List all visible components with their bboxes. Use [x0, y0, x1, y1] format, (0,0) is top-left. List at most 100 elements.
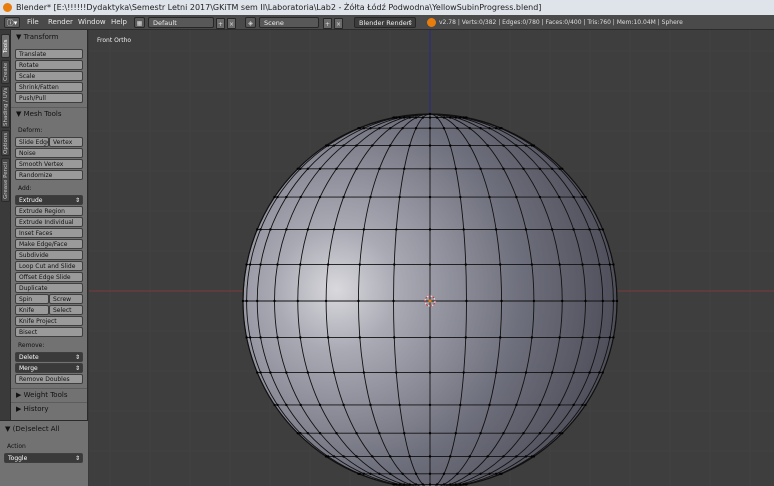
mesh-vertex — [342, 144, 345, 147]
menu-file[interactable]: File — [27, 17, 39, 28]
knife-project-button[interactable]: Knife Project — [15, 316, 83, 326]
rotate-button[interactable]: Rotate — [15, 60, 83, 70]
mesh-vertex — [442, 483, 446, 486]
mesh-vertex — [332, 371, 336, 374]
mesh-vertex — [515, 144, 518, 147]
mesh-vertex — [299, 195, 302, 199]
mesh-vertex — [357, 127, 360, 130]
mesh-vertex — [572, 195, 575, 199]
mesh-vertex — [428, 371, 432, 374]
remove-scene-icon[interactable]: × — [334, 18, 343, 29]
render-engine-dropdown[interactable]: Blender Render ⇕ — [354, 17, 416, 28]
mesh-vertex — [558, 263, 561, 266]
action-dropdown[interactable]: Toggle ⇕ — [4, 453, 83, 463]
tool-shelf: ▼ Transform Translate Rotate Scale Shrin… — [11, 30, 88, 486]
tab-create[interactable]: Create — [1, 60, 10, 84]
tab-tools[interactable]: Tools — [1, 34, 10, 58]
mesh-vertex — [459, 403, 462, 407]
mesh-vertex — [414, 472, 418, 475]
mesh-vertex — [598, 336, 601, 339]
uv-sphere-mesh[interactable] — [241, 112, 619, 486]
translate-button[interactable]: Translate — [15, 49, 83, 59]
mesh-vertex — [538, 403, 542, 407]
scene-field[interactable]: Scene — [259, 17, 319, 28]
tab-grease-pencil[interactable]: Grease Pencil — [1, 158, 10, 202]
3d-viewport[interactable]: Front Ortho — [89, 30, 774, 486]
viewport-canvas[interactable] — [89, 30, 774, 486]
extrude-dropdown[interactable]: Extrude ⇕ — [15, 195, 83, 205]
mesh-vertex — [581, 263, 584, 266]
mesh-vertex — [486, 455, 489, 458]
mesh-vertex — [378, 432, 381, 435]
delete-dropdown[interactable]: Delete ⇕ — [15, 352, 83, 362]
add-layout-icon[interactable]: + — [216, 18, 225, 29]
randomize-button[interactable]: Randomize — [15, 170, 83, 180]
remove-layout-icon[interactable]: × — [227, 18, 236, 29]
menu-render[interactable]: Render — [48, 17, 73, 28]
mesh-vertex — [584, 195, 587, 199]
scene-icon[interactable]: ◈ — [245, 17, 256, 28]
mesh-vertex — [494, 472, 498, 475]
tool-shelf-tabs: Tools Create Shading / UVs Options Greas… — [0, 30, 11, 486]
mesh-vertex — [371, 144, 374, 147]
mesh-vertex — [468, 472, 471, 475]
mesh-vertex — [357, 472, 360, 475]
mesh-vertex — [530, 263, 534, 266]
mesh-vertex — [488, 472, 491, 475]
mesh-vertex — [502, 167, 505, 170]
subdivide-button[interactable]: Subdivide — [15, 250, 83, 260]
noise-button[interactable]: Noise — [15, 148, 83, 158]
blender-logo-icon — [3, 3, 12, 12]
knife-button[interactable]: Knife — [15, 305, 49, 315]
menu-help[interactable]: Help — [111, 17, 127, 28]
scale-button[interactable]: Scale — [15, 71, 83, 81]
make-edge-face-button[interactable]: Make Edge/Face — [15, 239, 83, 249]
operator-panel-header[interactable]: ▼ (De)select All — [0, 423, 88, 435]
mesh-vertex — [494, 228, 498, 231]
info-icon[interactable]: ⓘ▾ — [4, 17, 20, 28]
mesh-vertex — [414, 127, 418, 130]
action-value: Toggle — [8, 455, 28, 462]
spin-button[interactable]: Spin — [15, 294, 49, 304]
mesh-vertex — [395, 228, 398, 231]
vertex-slide-button[interactable]: Vertex — [49, 137, 83, 147]
extrude-individual-button[interactable]: Extrude Individual — [15, 217, 83, 227]
mesh-vertex — [550, 432, 554, 435]
screw-button[interactable]: Screw — [49, 294, 83, 304]
extrude-region-button[interactable]: Extrude Region — [15, 206, 83, 216]
window-title-bar: Blender* [E:\!!!!!!Dydaktyka\Semestr Let… — [0, 0, 774, 15]
layout-grid-icon[interactable]: ▦ — [134, 17, 145, 28]
transform-panel-header[interactable]: ▼ Transform — [11, 31, 87, 43]
merge-dropdown[interactable]: Merge ⇕ — [15, 363, 83, 373]
bisect-button[interactable]: Bisect — [15, 327, 83, 337]
remove-doubles-button[interactable]: Remove Doubles — [15, 374, 83, 384]
mesh-vertex — [524, 144, 528, 147]
inset-faces-button[interactable]: Inset Faces — [15, 228, 83, 238]
mesh-vertex — [389, 127, 392, 130]
weight-tools-panel-header[interactable]: ▶ Weight Tools — [11, 389, 87, 401]
add-scene-icon[interactable]: + — [323, 18, 332, 29]
menu-window[interactable]: Window — [78, 17, 106, 28]
duplicate-button[interactable]: Duplicate — [15, 283, 83, 293]
knife-select-button[interactable]: Select — [49, 305, 83, 315]
tab-options[interactable]: Options — [1, 130, 10, 156]
mesh-vertex — [428, 263, 432, 266]
mesh-vertex — [408, 116, 411, 119]
slide-edge-button[interactable]: Slide Edge — [15, 137, 49, 147]
mesh-vertex — [500, 299, 503, 303]
mesh-vertex — [479, 432, 482, 435]
mesh-vertex — [369, 403, 372, 407]
push-pull-button[interactable]: Push/Pull — [15, 93, 83, 103]
mesh-vertex — [245, 299, 248, 303]
tab-shading-uvs[interactable]: Shading / UVs — [1, 86, 10, 128]
offset-edge-slide-button[interactable]: Offset Edge Slide — [15, 272, 83, 282]
layout-field[interactable]: Default — [148, 17, 214, 28]
history-panel-header[interactable]: ▶ History — [11, 403, 87, 415]
mesh-tools-panel-header[interactable]: ▼ Mesh Tools — [11, 108, 87, 120]
loop-cut-slide-button[interactable]: Loop Cut and Slide — [15, 261, 83, 271]
mesh-vertex — [428, 483, 432, 486]
mesh-vertex — [486, 144, 489, 147]
shrink-fatten-button[interactable]: Shrink/Fatten — [15, 82, 83, 92]
mesh-vertex — [256, 371, 259, 374]
smooth-vertex-button[interactable]: Smooth Vertex — [15, 159, 83, 169]
